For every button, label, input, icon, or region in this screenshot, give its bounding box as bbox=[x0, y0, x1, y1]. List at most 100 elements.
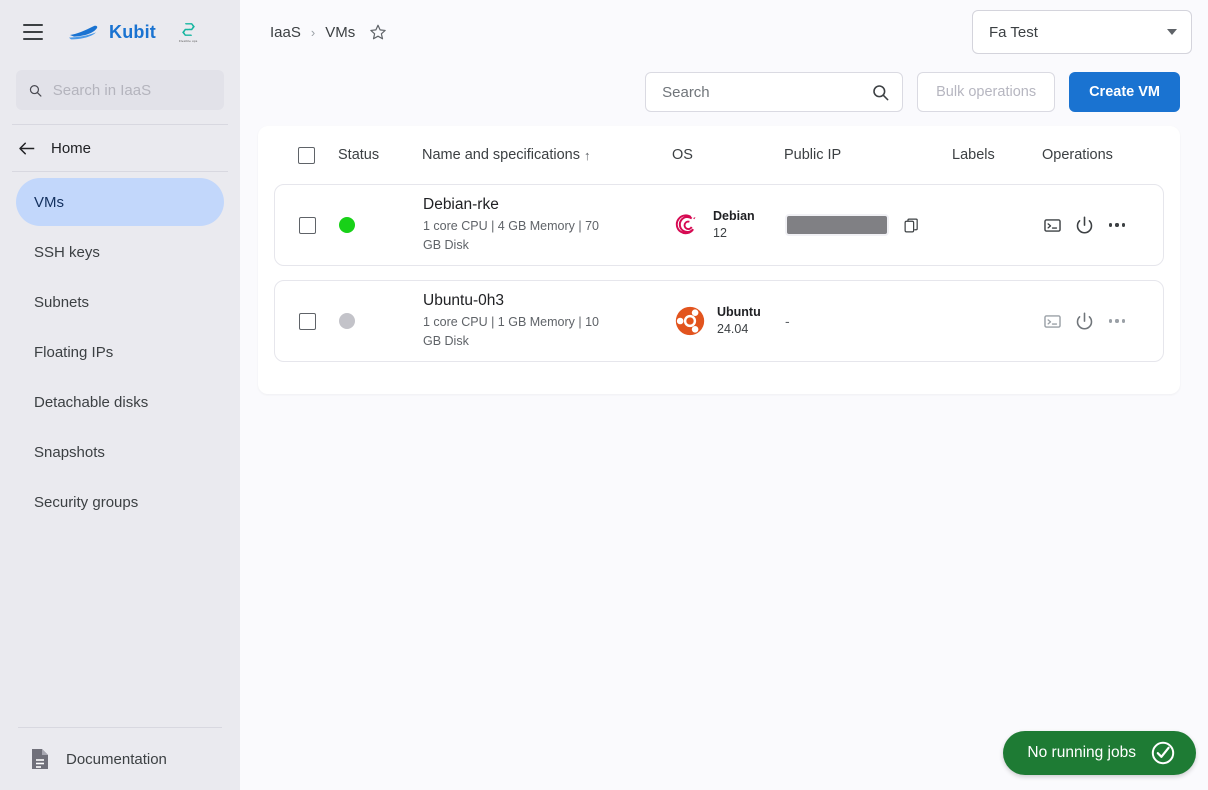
document-icon bbox=[32, 749, 48, 769]
partner-subtitle: Flexible ops bbox=[179, 39, 198, 43]
console-icon[interactable] bbox=[1043, 216, 1062, 235]
vm-management-page: Kubit Flexible ops Home bbox=[0, 0, 1208, 790]
create-vm-button[interactable]: Create VM bbox=[1069, 72, 1180, 112]
row-name-cell: Debian-rke 1 core CPU | 4 GB Memory | 70… bbox=[423, 196, 673, 253]
sidebar-nav: VMs SSH keys Subnets Floating IPs Detach… bbox=[0, 172, 240, 526]
row-public-ip-cell bbox=[785, 214, 953, 236]
power-icon[interactable] bbox=[1074, 215, 1095, 236]
breadcrumb-item-vms[interactable]: VMs bbox=[325, 24, 355, 41]
status-indicator-stopped bbox=[339, 313, 355, 329]
row-public-ip-cell: - bbox=[785, 313, 953, 329]
partner-hexagon-icon bbox=[181, 23, 195, 36]
project-selector-value: Fa Test bbox=[989, 23, 1038, 41]
search-icon bbox=[873, 84, 889, 100]
search-input[interactable] bbox=[662, 83, 864, 101]
more-options-icon[interactable] bbox=[1107, 315, 1127, 326]
sidebar-item-label: SSH keys bbox=[34, 243, 100, 261]
column-header-name-label: Name and specifications bbox=[422, 147, 580, 163]
row-os-cell: Ubuntu 24.04 bbox=[673, 304, 785, 338]
sidebar-header: Kubit Flexible ops bbox=[0, 0, 240, 64]
public-ip-redacted bbox=[785, 214, 889, 236]
sidebar-item-floating-ips[interactable]: Floating IPs bbox=[16, 328, 224, 376]
table-search[interactable] bbox=[645, 72, 904, 112]
table-header-row: Status Name and specifications ↑ OS Publ… bbox=[258, 126, 1180, 184]
power-icon[interactable] bbox=[1074, 311, 1095, 332]
column-header-name[interactable]: Name and specifications ↑ bbox=[422, 147, 672, 163]
sidebar-item-label: Detachable disks bbox=[34, 393, 149, 411]
sidebar-item-detachable-disks[interactable]: Detachable disks bbox=[16, 378, 224, 426]
column-header-public-ip[interactable]: Public IP bbox=[784, 147, 952, 163]
column-header-operations: Operations bbox=[1042, 147, 1113, 163]
row-checkbox-cell bbox=[275, 312, 339, 330]
sidebar-item-security-groups[interactable]: Security groups bbox=[16, 478, 224, 526]
column-header-labels[interactable]: Labels bbox=[952, 147, 1042, 163]
vm-specs: 1 core CPU | 4 GB Memory | 70 GB Disk bbox=[423, 219, 599, 252]
sidebar-search-input[interactable] bbox=[52, 81, 212, 99]
sidebar-item-subnets[interactable]: Subnets bbox=[16, 278, 224, 326]
select-all-checkbox[interactable] bbox=[297, 146, 315, 164]
jobs-status-toast[interactable]: No running jobs bbox=[1003, 731, 1196, 775]
sort-ascending-icon: ↑ bbox=[583, 147, 591, 163]
sidebar-documentation-label: Documentation bbox=[66, 750, 167, 768]
sidebar-item-label: Security groups bbox=[34, 493, 139, 511]
table-toolbar: Bulk operations Create VM bbox=[240, 68, 1208, 116]
os-name: Ubuntu bbox=[717, 305, 761, 320]
vm-name[interactable]: Debian-rke bbox=[423, 196, 619, 214]
sidebar-item-vms[interactable]: VMs bbox=[16, 178, 224, 226]
star-outline-icon[interactable] bbox=[369, 23, 387, 41]
check-circle-icon bbox=[1151, 741, 1175, 765]
row-checkbox[interactable] bbox=[298, 312, 316, 330]
os-name: Debian bbox=[713, 209, 755, 224]
brand-name: Kubit bbox=[109, 21, 156, 42]
sidebar-item-ssh-keys[interactable]: SSH keys bbox=[16, 228, 224, 276]
search-icon bbox=[29, 84, 42, 97]
sidebar-item-label: Snapshots bbox=[34, 443, 105, 461]
table-row[interactable]: Ubuntu-0h3 1 core CPU | 1 GB Memory | 10… bbox=[274, 280, 1164, 362]
row-operations-cell bbox=[1043, 311, 1183, 332]
sidebar-search[interactable] bbox=[16, 70, 224, 110]
public-ip-value: - bbox=[785, 313, 790, 329]
bulk-operations-button[interactable]: Bulk operations bbox=[917, 72, 1056, 112]
project-selector[interactable]: Fa Test bbox=[972, 10, 1192, 54]
ubuntu-logo bbox=[675, 306, 705, 336]
brand-logo[interactable]: Kubit bbox=[68, 22, 156, 43]
sidebar-item-label: Floating IPs bbox=[34, 343, 114, 361]
jobs-status-label: No running jobs bbox=[1027, 744, 1136, 761]
table-row[interactable]: Debian-rke 1 core CPU | 4 GB Memory | 70… bbox=[274, 184, 1164, 266]
os-version: 12 bbox=[713, 226, 727, 240]
row-name-cell: Ubuntu-0h3 1 core CPU | 1 GB Memory | 10… bbox=[423, 292, 673, 349]
sidebar-home-label: Home bbox=[51, 139, 92, 157]
sidebar-home-link[interactable]: Home bbox=[0, 125, 240, 171]
chevron-down-icon bbox=[1167, 29, 1177, 35]
sidebar-footer: Documentation bbox=[0, 727, 240, 790]
breadcrumb-separator: › bbox=[310, 24, 316, 40]
row-os-cell: Debian 12 bbox=[673, 208, 785, 242]
row-status-cell bbox=[339, 217, 423, 233]
row-checkbox-cell bbox=[275, 216, 339, 234]
status-indicator-running bbox=[339, 217, 355, 233]
sidebar-item-label: VMs bbox=[34, 193, 64, 211]
main-content: IaaS › VMs Fa Test Search Bulk operation… bbox=[240, 0, 1208, 790]
select-all-checkbox-cell bbox=[274, 146, 338, 164]
os-version: 24.04 bbox=[717, 322, 749, 336]
top-bar: IaaS › VMs Fa Test bbox=[240, 0, 1208, 64]
column-header-status[interactable]: Status bbox=[338, 147, 422, 163]
console-icon[interactable] bbox=[1043, 312, 1062, 331]
breadcrumb: IaaS › VMs bbox=[270, 23, 387, 41]
hamburger-menu-icon[interactable] bbox=[16, 15, 50, 49]
more-options-icon[interactable] bbox=[1107, 219, 1127, 230]
vm-specs: 1 core CPU | 1 GB Memory | 10 GB Disk bbox=[423, 315, 599, 348]
sidebar-item-documentation[interactable]: Documentation bbox=[0, 728, 240, 790]
arrow-left-icon bbox=[19, 142, 35, 154]
sidebar: Kubit Flexible ops Home bbox=[0, 0, 240, 790]
vm-table: Status Name and specifications ↑ OS Publ… bbox=[258, 126, 1180, 394]
partner-logo[interactable]: Flexible ops bbox=[178, 21, 199, 43]
sidebar-item-label: Subnets bbox=[34, 293, 90, 311]
vm-name[interactable]: Ubuntu-0h3 bbox=[423, 292, 619, 310]
copy-icon[interactable] bbox=[903, 217, 920, 234]
debian-logo bbox=[675, 214, 696, 235]
row-checkbox[interactable] bbox=[298, 216, 316, 234]
breadcrumb-item-iaas[interactable]: IaaS bbox=[270, 24, 301, 41]
sidebar-item-snapshots[interactable]: Snapshots bbox=[16, 428, 224, 476]
column-header-os[interactable]: OS bbox=[672, 147, 784, 163]
